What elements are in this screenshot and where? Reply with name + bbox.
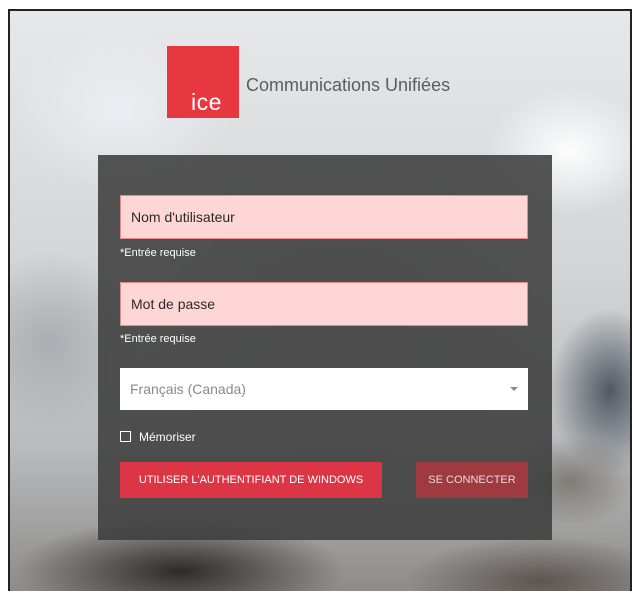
password-required-hint: *Entrée requise [120,333,196,345]
username-input[interactable] [120,195,528,239]
language-selected-value: Français (Canada) [130,381,246,397]
caret-down-icon [510,387,518,391]
ice-logo: ice [167,46,239,118]
login-panel: *Entrée requise *Entrée requise Français… [98,155,552,540]
logo-text: ice [191,89,222,115]
username-required-hint: *Entrée requise [120,247,196,259]
login-screen: ice Communications Unifiées *Entrée requ… [8,9,632,591]
login-button[interactable]: SE CONNECTER [416,462,528,498]
language-select[interactable]: Français (Canada) [120,368,528,410]
remember-label: Mémoriser [139,430,196,444]
password-input[interactable] [120,282,528,326]
windows-auth-button[interactable]: UTILISER L'AUTHENTIFIANT DE WINDOWS [120,462,382,498]
remember-checkbox[interactable] [120,431,131,442]
brand-title: Communications Unifiées [246,75,451,95]
